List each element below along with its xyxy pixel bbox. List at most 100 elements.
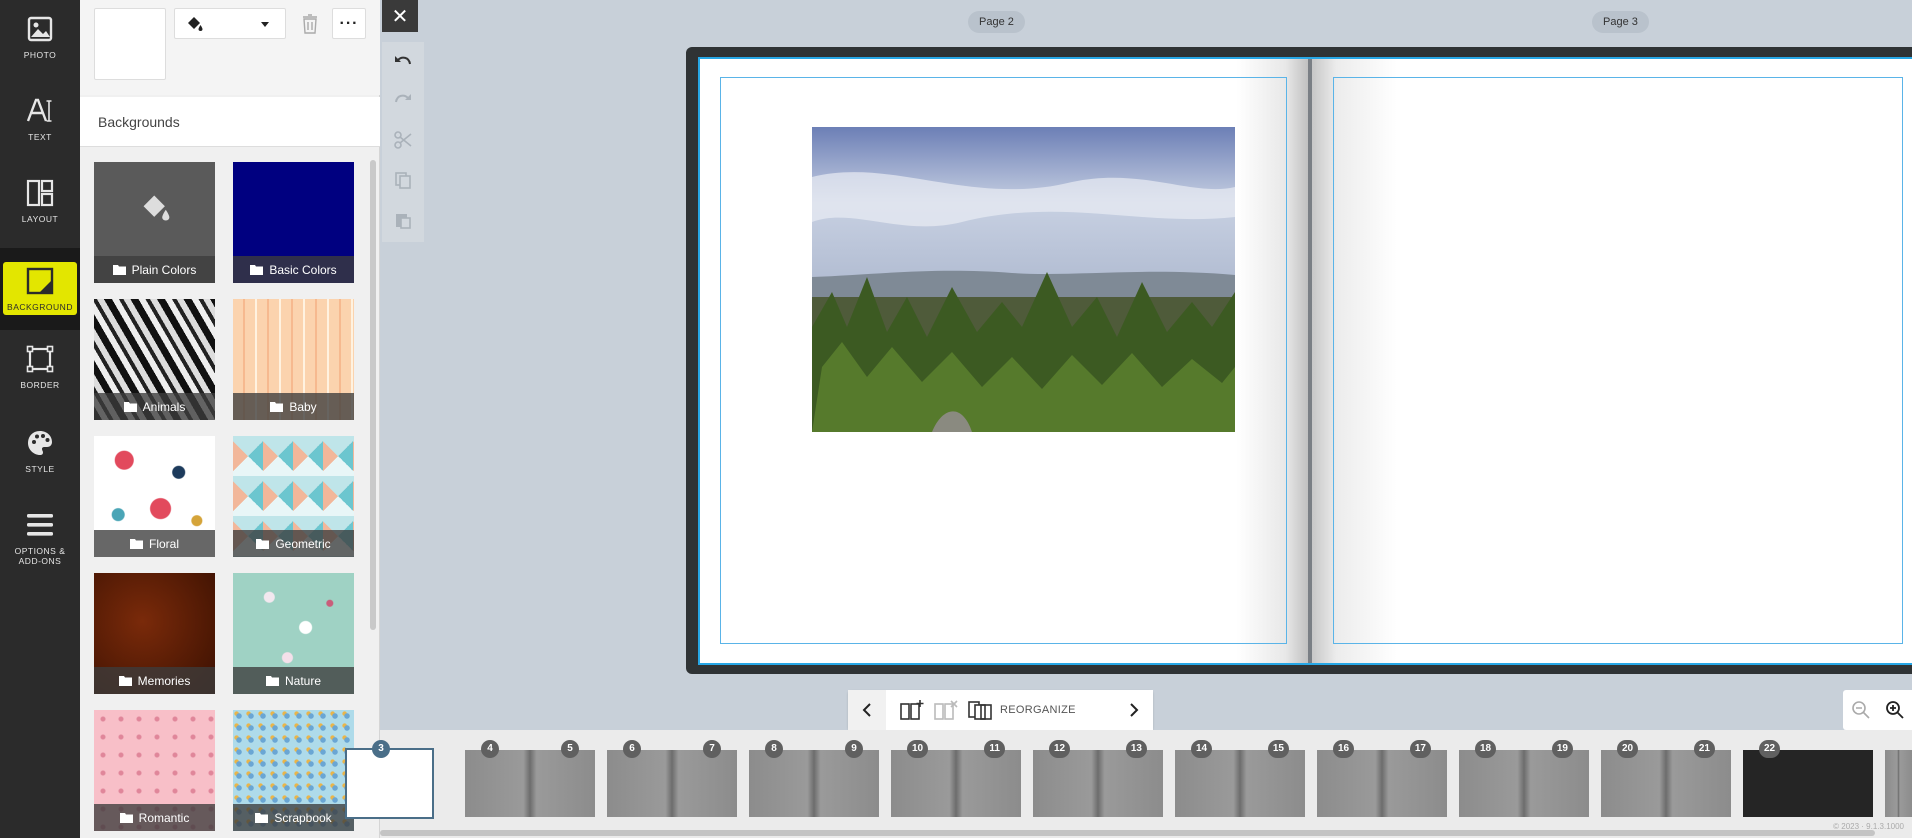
landscape-photo — [812, 127, 1235, 432]
close-panel-button[interactable]: ✕ — [382, 0, 418, 32]
zoom-out-icon — [1852, 701, 1870, 719]
category-tile-floral[interactable]: Floral — [94, 436, 215, 557]
page-number-badge: 22 — [1759, 740, 1781, 758]
ellipsis-icon: ··· — [339, 14, 359, 32]
text-icon — [26, 98, 52, 122]
page-number-badge: 16 — [1333, 740, 1355, 758]
spread-thumbnail[interactable]: 12 13 — [1033, 740, 1163, 817]
tile-label: Scrapbook — [274, 810, 332, 825]
panel-toolbar: ··· — [80, 0, 380, 95]
page-navigation-bar: REORGANIZE — [848, 690, 1153, 730]
remove-page-button[interactable] — [932, 690, 960, 730]
tile-caption: Animals — [94, 393, 215, 420]
tile-label: Nature — [284, 673, 322, 688]
folder-icon — [265, 676, 279, 686]
tile-label: Geometric — [275, 536, 331, 551]
zoom-out-button[interactable] — [1845, 690, 1877, 730]
chevron-down-icon — [261, 22, 269, 27]
folder-icon — [123, 402, 137, 412]
copy-icon — [395, 172, 411, 189]
category-tile-nature[interactable]: Nature — [233, 573, 354, 694]
background-icon — [26, 267, 54, 295]
scissors-icon — [394, 131, 412, 149]
rail-style-button[interactable]: STYLE — [0, 414, 80, 496]
add-page-button[interactable] — [898, 690, 926, 730]
current-background-swatch[interactable] — [94, 8, 166, 80]
filmstrip-scrollbar[interactable] — [380, 830, 1875, 836]
undo-button[interactable] — [391, 50, 415, 74]
spread-thumbnail-current[interactable]: 3 — [345, 740, 434, 819]
spread-thumbnail[interactable]: 14 15 — [1175, 740, 1305, 817]
previous-spread-button[interactable] — [848, 690, 886, 730]
page-number-badge: 19 — [1551, 740, 1573, 758]
page-number-badge: 20 — [1617, 740, 1639, 758]
delete-background-button[interactable] — [294, 8, 326, 39]
undo-icon — [395, 56, 411, 65]
category-tile-romantic[interactable]: Romantic — [94, 710, 215, 831]
page-number-badge: 17 — [1409, 740, 1431, 758]
remove-page-icon — [934, 700, 958, 720]
folder-icon — [129, 539, 143, 549]
folder-icon — [118, 676, 132, 686]
page-number-badge: 12 — [1049, 740, 1071, 758]
rail-options-button[interactable]: OPTIONS & ADD-ONS — [0, 496, 80, 588]
rail-border-button[interactable]: BORDER — [0, 330, 80, 412]
page-label-left: Page 2 — [968, 11, 1025, 33]
paste-icon — [396, 214, 411, 229]
cut-button[interactable] — [391, 128, 415, 152]
spread-thumbnail-cover[interactable]: 22 — [1743, 740, 1873, 817]
chevron-left-icon — [862, 703, 871, 717]
rail-photo-button[interactable]: PHOTO — [0, 0, 80, 82]
panel-scrollbar[interactable] — [370, 160, 376, 630]
tile-label: Baby — [289, 399, 317, 414]
page-number-badge: 15 — [1267, 740, 1289, 758]
tile-label: Floral — [148, 536, 179, 551]
fill-type-dropdown[interactable] — [174, 8, 286, 39]
more-options-button[interactable]: ··· — [332, 8, 366, 39]
page-number-badge: 10 — [907, 740, 929, 758]
page-number-badge: 8 — [765, 740, 783, 758]
zoom-in-button[interactable] — [1879, 690, 1911, 730]
page-number-badge: 4 — [481, 740, 499, 758]
tile-label: Romantic — [138, 810, 190, 825]
next-spread-button[interactable] — [1115, 690, 1153, 730]
folder-icon — [255, 813, 269, 823]
folder-icon — [256, 539, 270, 549]
page-number-badge: 7 — [703, 740, 721, 758]
rail-text-button[interactable]: TEXT — [0, 82, 80, 164]
paint-bucket-icon — [143, 195, 170, 221]
page-label-right: Page 3 — [1592, 11, 1649, 33]
tile-label: Memories — [137, 673, 191, 688]
spread-thumbnail-partial[interactable] — [1885, 750, 1912, 817]
spread-thumbnail[interactable]: 4 5 — [465, 740, 595, 817]
category-tile-scrapbook[interactable]: Scrapbook — [233, 710, 354, 831]
spread-thumbnail[interactable]: 10 11 — [891, 740, 1021, 817]
folder-icon — [119, 813, 133, 823]
spread-thumbnail[interactable]: 16 17 — [1317, 740, 1447, 817]
spread-thumbnail[interactable]: 18 19 — [1459, 740, 1589, 817]
page-photo[interactable] — [812, 127, 1235, 432]
spread-thumbnail[interactable]: 20 21 — [1601, 740, 1731, 817]
spread-thumbnail[interactable]: 8 9 — [749, 740, 879, 817]
category-tile-animals[interactable]: Animals — [94, 299, 215, 420]
photo-icon — [27, 16, 53, 42]
reorganize-icon — [968, 701, 992, 720]
copy-button[interactable] — [391, 168, 415, 192]
rail-background-button[interactable]: BACKGROUND — [0, 248, 80, 330]
category-tile-geometric[interactable]: Geometric — [233, 436, 354, 557]
category-tile-plain-colors[interactable]: Plain Colors — [94, 162, 215, 283]
paste-button[interactable] — [391, 208, 415, 232]
rail-layout-button[interactable]: LAYOUT — [0, 164, 80, 246]
category-tile-memories[interactable]: Memories — [94, 573, 215, 694]
category-tile-basic-colors[interactable]: Basic Colors — [233, 162, 354, 283]
tile-caption: Geometric — [233, 530, 354, 557]
layout-icon — [26, 179, 54, 207]
reorganize-button[interactable]: REORGANIZE — [968, 690, 1098, 730]
tile-caption: Baby — [233, 393, 354, 420]
page-number-badge: 6 — [623, 740, 641, 758]
redo-button[interactable] — [391, 88, 415, 112]
menu-icon — [27, 514, 53, 536]
spread-thumbnail[interactable]: 6 7 — [607, 740, 737, 817]
category-tile-baby[interactable]: Baby — [233, 299, 354, 420]
rail-label: BORDER — [20, 380, 60, 390]
